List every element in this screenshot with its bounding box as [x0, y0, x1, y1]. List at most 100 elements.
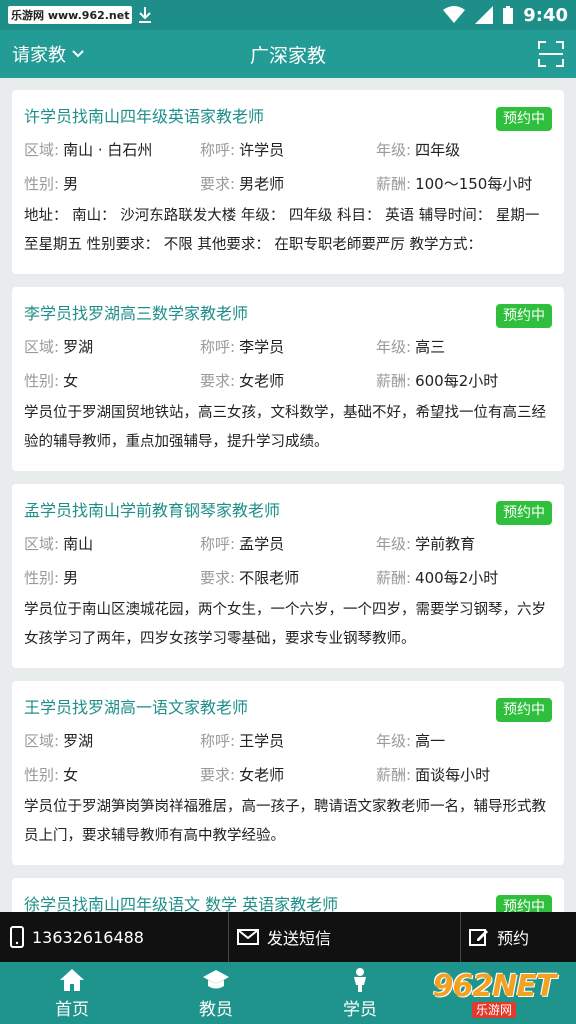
city-label: 请家教	[12, 45, 66, 66]
signal-icon	[475, 6, 494, 24]
name-label: 称呼:	[200, 731, 236, 750]
pay-label: 薪酬:	[376, 765, 412, 784]
card-title: 孟学员找南山学前教育钢琴家教老师	[24, 501, 281, 520]
name-value: 许学员	[239, 140, 285, 159]
status-bar: 乐游网 www.962.net 9:40	[0, 0, 576, 30]
gender-label: 性别:	[24, 371, 60, 390]
req-value: 不限老师	[239, 568, 300, 587]
area-value: 罗湖	[63, 337, 94, 356]
req-value: 女老师	[239, 765, 285, 784]
phone-number: 13632616488	[32, 927, 144, 947]
area-value: 罗湖	[63, 731, 94, 750]
request-card[interactable]: 孟学员找南山学前教育钢琴家教老师 预约中 区域: 南山 称呼: 孟学员 年级: 学前教…	[12, 484, 564, 668]
area-label: 区域:	[24, 337, 60, 356]
card-description: 学员位于南山区澳城花园，两个女生，一个六岁，一个四岁，需要学习钢琴，六岁女孩学习…	[24, 602, 546, 647]
status-badge: 预约中	[496, 304, 552, 328]
page-title: 广深家教	[249, 44, 326, 67]
gender-value: 男	[63, 174, 79, 193]
card-description: 学员位于罗湖国贸地铁站，高三女孩，文科数学，基础不好，希望找一位有高三经验的辅导…	[24, 405, 546, 450]
request-card[interactable]: 许学员找南山四年级英语家教老师 预约中 区域: 南山 · 白石州 称呼: 许学员 年…	[12, 90, 564, 274]
wifi-icon	[443, 6, 466, 23]
chevron-down-icon	[72, 50, 84, 58]
sms-label: 发送短信	[267, 929, 332, 948]
req-label: 要求:	[200, 568, 236, 587]
call-button[interactable]: 13632616488	[0, 912, 228, 962]
grade-label: 年级:	[376, 731, 412, 750]
mail-icon	[237, 929, 259, 945]
pay-value: 600每2小时	[415, 371, 499, 390]
app-bar: 请家教 广深家教	[0, 30, 576, 78]
tab-home-label: 首页	[55, 999, 89, 1020]
gender-label: 性别:	[24, 765, 60, 784]
person-icon	[354, 967, 366, 992]
request-card[interactable]: 徐学员找南山四年级语文 数学 英语家教老师 预约中	[12, 878, 564, 912]
area-label: 区域:	[24, 534, 60, 553]
req-label: 要求:	[200, 765, 236, 784]
book-label: 预约	[497, 929, 530, 948]
req-label: 要求:	[200, 371, 236, 390]
tab-home[interactable]: 首页	[0, 962, 144, 1024]
grade-value: 四年级	[415, 140, 461, 159]
tab-teachers-label: 教员	[199, 999, 233, 1020]
pay-value: 100～150每小时	[415, 174, 533, 193]
gender-label: 性别:	[24, 174, 60, 193]
card-title: 徐学员找南山四年级语文 数学 英语家教老师	[24, 895, 339, 912]
status-time: 9:40	[523, 4, 568, 26]
city-selector[interactable]: 请家教	[0, 41, 84, 67]
name-value: 李学员	[239, 337, 285, 356]
home-icon	[60, 968, 84, 991]
request-list[interactable]: 许学员找南山四年级英语家教老师 预约中 区域: 南山 · 白石州 称呼: 许学员 年…	[0, 78, 576, 912]
download-icon	[139, 7, 152, 23]
edit-icon	[469, 929, 488, 946]
tab-students-label: 学员	[343, 999, 377, 1020]
pay-label: 薪酬:	[376, 174, 412, 193]
pay-value: 面谈每小时	[415, 765, 491, 784]
card-description: 地址： 南山： 沙河东路联发大楼 年级： 四年级 科目： 英语 辅导时间： 星期…	[24, 208, 540, 253]
graduation-cap-icon	[203, 969, 229, 988]
name-value: 孟学员	[239, 534, 285, 553]
corner-watermark-logo: 962NET 乐游网	[418, 970, 570, 1020]
tab-students[interactable]: 学员	[288, 962, 432, 1024]
request-card[interactable]: 王学员找罗湖高一语文家教老师 预约中 区域: 罗湖 称呼: 王学员 年级: 高一 性别…	[12, 681, 564, 865]
card-title: 李学员找罗湖高三数学家教老师	[24, 304, 249, 323]
grade-label: 年级:	[376, 337, 412, 356]
req-value: 女老师	[239, 371, 285, 390]
gender-value: 女	[63, 371, 79, 390]
bottom-tab-bar: 首页 教员 学员 962NET 乐游网	[0, 962, 576, 1024]
phone-icon	[10, 926, 24, 948]
contact-bar: 13632616488 发送短信 预约	[0, 912, 576, 962]
pay-value: 400每2小时	[415, 568, 499, 587]
area-label: 区域:	[24, 731, 60, 750]
grade-value: 高三	[415, 337, 446, 356]
card-title: 王学员找罗湖高一语文家教老师	[24, 698, 249, 717]
book-button[interactable]: 预约	[460, 912, 576, 962]
card-description: 学员位于罗湖笋岗笋岗祥福雅居，高一孩子，聘请语文家教老师一名，辅导形式教员上门，…	[24, 799, 546, 844]
name-label: 称呼:	[200, 534, 236, 553]
grade-label: 年级:	[376, 140, 412, 159]
status-badge: 预约中	[496, 895, 552, 912]
req-value: 男老师	[239, 174, 285, 193]
grade-value: 学前教育	[415, 534, 476, 553]
status-badge: 预约中	[496, 698, 552, 722]
gender-label: 性别:	[24, 568, 60, 587]
name-label: 称呼:	[200, 337, 236, 356]
tab-teachers[interactable]: 教员	[144, 962, 288, 1024]
gender-value: 男	[63, 568, 79, 587]
status-watermark: 乐游网 www.962.net	[8, 6, 133, 24]
request-card[interactable]: 李学员找罗湖高三数学家教老师 预约中 区域: 罗湖 称呼: 李学员 年级: 高三 性别…	[12, 287, 564, 471]
battery-icon	[503, 6, 514, 24]
grade-label: 年级:	[376, 534, 412, 553]
area-value: 南山 · 白石州	[63, 140, 153, 159]
status-badge: 预约中	[496, 107, 552, 131]
pay-label: 薪酬:	[376, 371, 412, 390]
grade-value: 高一	[415, 731, 446, 750]
send-sms-button[interactable]: 发送短信	[228, 912, 460, 962]
status-badge: 预约中	[496, 501, 552, 525]
name-label: 称呼:	[200, 140, 236, 159]
watermark-big-text: 962NET	[432, 969, 557, 1004]
area-value: 南山	[63, 534, 94, 553]
watermark-small-text: 乐游网	[471, 1002, 516, 1018]
scan-icon[interactable]	[538, 41, 564, 67]
pay-label: 薪酬:	[376, 568, 412, 587]
area-label: 区域:	[24, 140, 60, 159]
